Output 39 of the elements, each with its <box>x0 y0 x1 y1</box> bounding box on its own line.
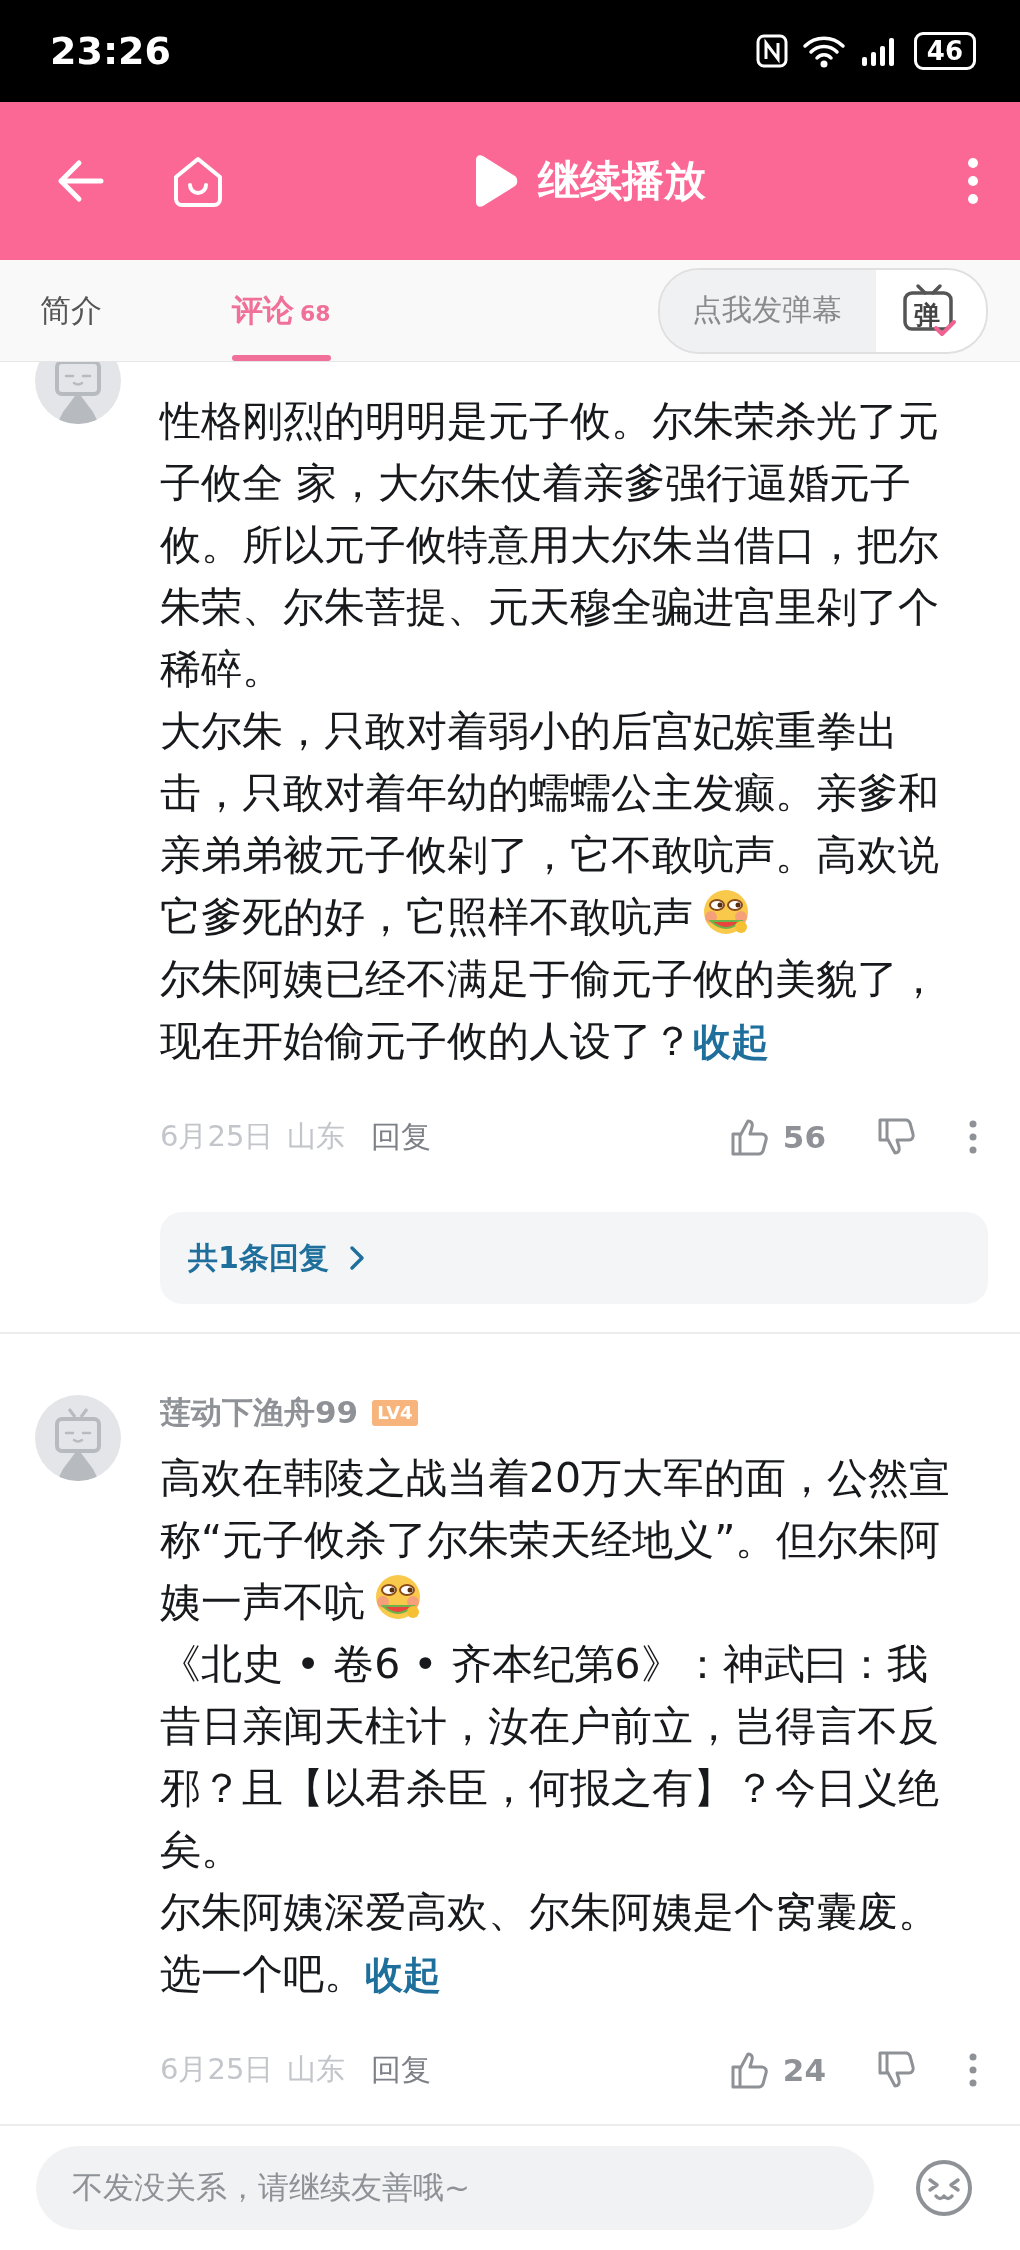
like-count: 24 <box>782 2052 826 2088</box>
chevron-icon <box>348 1245 365 1271</box>
continue-play-title[interactable]: 继续播放 <box>538 153 706 209</box>
reply-button[interactable]: 回复 <box>359 2049 432 2091</box>
comment-location: 山东 <box>287 2051 346 2088</box>
battery-indicator: 46 <box>913 32 976 70</box>
comment-text: 性格刚烈的明明是元子攸。尔朱荣杀光了元子攸全 家，大尔朱仗着亲爹强行逼婚元子攸。所以元子攸特意用大尔朱当借口，把尔朱荣、尔朱菩提、元天穆全骗进宫里剁了个稀碎。 <box>160 396 940 695</box>
comment-text: 高欢在韩陵之战当着20万大军的面，公然宣称“元子攸杀了尔朱荣天经地义”。但尔朱阿姨一声不吭 <box>160 1453 952 1628</box>
emoji-icon <box>701 887 751 937</box>
tab[interactable]: 评论 68 <box>232 260 331 361</box>
more-icon[interactable] <box>966 156 980 206</box>
avatar-icon[interactable] <box>35 362 121 424</box>
more-icon[interactable] <box>968 1119 978 1155</box>
collapse-link[interactable]: 收起 <box>693 1020 769 1064</box>
status-time: 23:26 <box>50 29 171 73</box>
comment-text: 尔朱阿姨深爱高欢、尔朱阿姨是个窝囊废。选一个吧。收起 <box>160 1887 940 2000</box>
comment-input-field[interactable]: 不发没关系，请继续友善哦~ <box>36 2146 874 2230</box>
comment-text: 尔朱阿姨已经不满足于偷元子攸的美貌了，现在开始偷元子攸的人设了？收起 <box>160 954 940 1067</box>
tab[interactable]: 简介 <box>40 260 102 361</box>
thumbs-down-icon[interactable] <box>876 1117 916 1157</box>
thumbs-down-icon[interactable] <box>876 2050 916 2090</box>
more-icon[interactable] <box>968 2052 978 2088</box>
comment-text: 《北史 • 卷6 • 齐本纪第6》：神武曰：我昔日亲闻天柱计，汝在户前立，岂得言不反邪？且【以君杀臣，何报之有】？今日义绝矣。 <box>160 1639 940 1876</box>
danmaku-icon-button[interactable]: 弹 <box>876 269 986 352</box>
comment-date: 6月25日 <box>160 1118 274 1155</box>
view-replies-button[interactable]: 共1条回复 <box>160 1212 988 1304</box>
nfc-icon <box>755 34 788 68</box>
tv-icon <box>900 281 958 338</box>
level-badge: LV4 <box>372 1400 418 1426</box>
comment-date: 6月25日 <box>160 2051 274 2088</box>
emoji-face-icon[interactable] <box>914 2158 974 2218</box>
username[interactable]: 莲动下渔舟99 <box>160 1392 359 1434</box>
comment-text: 大尔朱，只敢对着弱小的后宫妃嫔重拳出击，只敢对着年幼的蠕蠕公主发癫。亲爹和亲弟弟被元子攸剁了，它不敢吭声。高欢说它爹死的好，它照样不敢吭声 <box>160 706 940 943</box>
comment-location: 山东 <box>287 1118 346 1155</box>
wifi-icon <box>801 34 846 68</box>
emoji-icon <box>373 1572 423 1622</box>
collapse-link[interactable]: 收起 <box>365 1953 441 1997</box>
reply-button[interactable]: 回复 <box>359 1116 432 1158</box>
like-count: 56 <box>782 1119 826 1155</box>
